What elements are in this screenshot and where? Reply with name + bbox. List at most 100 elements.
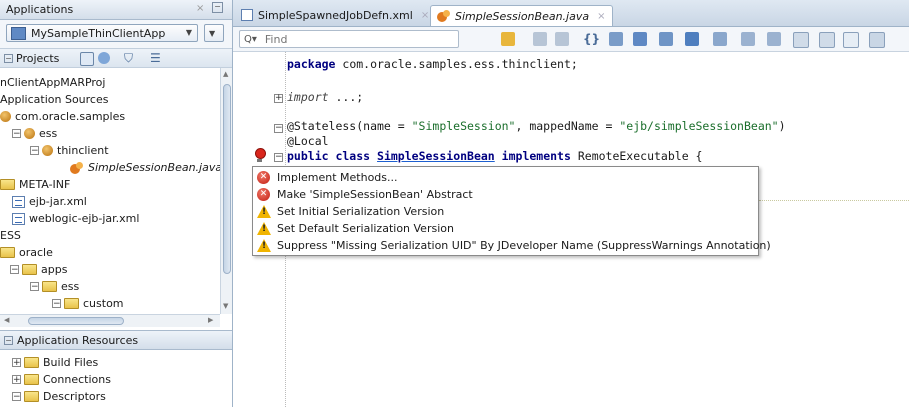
search-icon: Q▾ — [244, 33, 257, 45]
tree-item-label: oracle — [19, 246, 53, 259]
collapse-icon[interactable]: − — [30, 146, 39, 156]
tree-item-selected[interactable]: SimpleSessionBean.java — [70, 159, 220, 176]
projects-header: − Projects ⛉ ☰ — [0, 48, 232, 68]
close-tab-icon[interactable]: × — [597, 11, 605, 22]
collapse-icon[interactable]: − — [4, 53, 13, 63]
tree-item[interactable]: − custom — [52, 295, 124, 312]
find-field[interactable]: Q▾ — [239, 30, 459, 48]
tree-item-label: Connections — [43, 373, 111, 386]
diff-icon[interactable] — [685, 32, 699, 46]
tree-item[interactable]: − apps — [10, 261, 67, 278]
tree-item[interactable]: − Descriptors — [12, 388, 106, 405]
tree-item[interactable]: − ess — [12, 125, 57, 142]
expand-icon[interactable]: + — [12, 375, 21, 385]
tree-item[interactable]: weblogic-ejb-jar.xml — [12, 210, 139, 227]
collapse-icon[interactable]: − — [274, 124, 283, 133]
code-text: , mappedName = — [515, 119, 620, 133]
tab-simple-session-bean[interactable]: SimpleSessionBean.java × — [430, 5, 613, 26]
code-line-local: @Local — [287, 134, 329, 148]
xml-file-icon — [241, 9, 253, 21]
forward-icon[interactable] — [555, 32, 569, 46]
sort-icon[interactable]: ☰ — [150, 51, 161, 65]
format-icon[interactable] — [609, 32, 623, 46]
tree-vertical-scrollbar[interactable]: ▲ ▼ — [220, 68, 232, 314]
collapse-icon[interactable]: − — [274, 153, 283, 162]
toolbar-overflow-icon[interactable] — [869, 32, 885, 48]
tree-item-label: nClientAppMARProj — [0, 76, 106, 89]
quick-fix-label: Implement Methods... — [277, 171, 398, 184]
tree-horizontal-scrollbar[interactable]: ◀ ▶ — [0, 314, 220, 327]
error-bulb-icon[interactable] — [254, 148, 267, 162]
tree-item[interactable]: + Build Files — [12, 354, 98, 371]
tree-item[interactable]: nClientAppMARProj — [0, 74, 105, 91]
tree-item-label: Descriptors — [43, 390, 106, 403]
tree-item[interactable]: − thinclient — [30, 142, 109, 159]
application-resources-header[interactable]: − Application Resources — [0, 330, 232, 350]
tree-item-label: ESS — [0, 229, 21, 242]
tree-item-label: ejb-jar.xml — [29, 195, 87, 208]
working-sets-icon[interactable] — [98, 52, 110, 64]
tree-item[interactable]: Application Sources — [0, 91, 108, 108]
previous-bookmark-icon[interactable] — [741, 32, 755, 46]
tree-item[interactable]: ejb-jar.xml — [12, 193, 87, 210]
next-bookmark-icon[interactable] — [767, 32, 781, 46]
application-selector[interactable]: MySampleThinClientApp ▼ — [6, 24, 198, 42]
collapse-icon[interactable]: − — [12, 129, 21, 139]
error-icon: ✕ — [257, 171, 270, 184]
document-icon[interactable] — [843, 32, 859, 48]
folder-icon — [22, 264, 37, 275]
folder-icon — [0, 179, 15, 190]
folder-icon — [42, 281, 57, 292]
quick-fix-item[interactable]: ! Suppress "Missing Serialization UID" By… — [257, 237, 771, 254]
tree-item[interactable]: com.oracle.samples — [0, 108, 125, 125]
collapse-icon[interactable]: − — [12, 392, 21, 402]
back-icon[interactable] — [533, 32, 547, 46]
code-text: com.oracle.samples.ess.thinclient; — [335, 57, 578, 71]
compare-icon[interactable] — [633, 32, 647, 46]
filter-icon[interactable]: ⛉ — [124, 51, 133, 66]
history-icon[interactable] — [501, 32, 515, 46]
application-menu-button[interactable]: ▼ — [204, 24, 224, 42]
synchronize-icon[interactable] — [659, 32, 673, 46]
tab-simple-spawned-job-defn[interactable]: SimpleSpawnedJobDefn.xml × — [235, 5, 435, 25]
find-input[interactable] — [262, 31, 427, 47]
scroll-left-icon[interactable]: ◀ — [4, 316, 9, 324]
scroll-right-icon[interactable]: ▶ — [208, 316, 213, 324]
editor-toolbar: Q▾ {} — [233, 27, 909, 52]
quick-fix-item[interactable]: ✕ Make 'SimpleSessionBean' Abstract — [257, 186, 473, 203]
collapse-icon[interactable]: − — [10, 265, 19, 275]
collapse-icon[interactable]: − — [52, 299, 61, 309]
quick-fix-item[interactable]: ! Set Default Serialization Version — [257, 220, 454, 237]
comment-icon[interactable] — [793, 32, 809, 48]
java-bean-icon — [70, 161, 84, 174]
tree-item[interactable]: ESS — [0, 227, 21, 244]
refresh-icon[interactable] — [80, 52, 94, 66]
tree-item-label: Application Sources — [0, 93, 109, 106]
tree-item[interactable]: oracle — [0, 244, 53, 261]
quick-fix-popup: ✕ Implement Methods... ✕ Make 'SimpleSessi… — [252, 166, 771, 256]
expand-icon[interactable]: + — [274, 94, 283, 103]
code-text: ) — [778, 119, 786, 133]
collapse-icon[interactable]: − — [4, 335, 13, 345]
close-tab-icon[interactable]: × — [421, 10, 429, 21]
uncomment-icon[interactable] — [819, 32, 835, 48]
tree-item[interactable]: + Connections — [12, 371, 111, 388]
minimize-icon[interactable]: − — [212, 2, 223, 13]
scroll-down-icon[interactable]: ▼ — [223, 302, 228, 310]
tree-item[interactable]: META-INF — [0, 176, 70, 193]
expand-icon[interactable]: + — [12, 358, 21, 368]
class-name-error[interactable]: SimpleSessionBean — [377, 149, 495, 163]
scrollbar-thumb[interactable] — [28, 317, 124, 325]
scrollbar-thumb[interactable] — [223, 84, 231, 274]
close-icon[interactable]: × — [196, 3, 204, 14]
tree-item[interactable]: − ess — [30, 278, 79, 295]
quick-fix-label: Set Initial Serialization Version — [277, 205, 445, 218]
bookmark-icon[interactable] — [713, 32, 727, 46]
xml-file-icon — [12, 212, 25, 225]
collapse-icon[interactable]: − — [30, 282, 39, 292]
braces-icon[interactable]: {} — [583, 32, 600, 46]
scroll-up-icon[interactable]: ▲ — [223, 70, 228, 78]
quick-fix-item[interactable]: ! Set Initial Serialization Version — [257, 203, 444, 220]
tree-item-label: com.oracle.samples — [15, 110, 126, 123]
quick-fix-item[interactable]: ✕ Implement Methods... — [257, 169, 398, 186]
